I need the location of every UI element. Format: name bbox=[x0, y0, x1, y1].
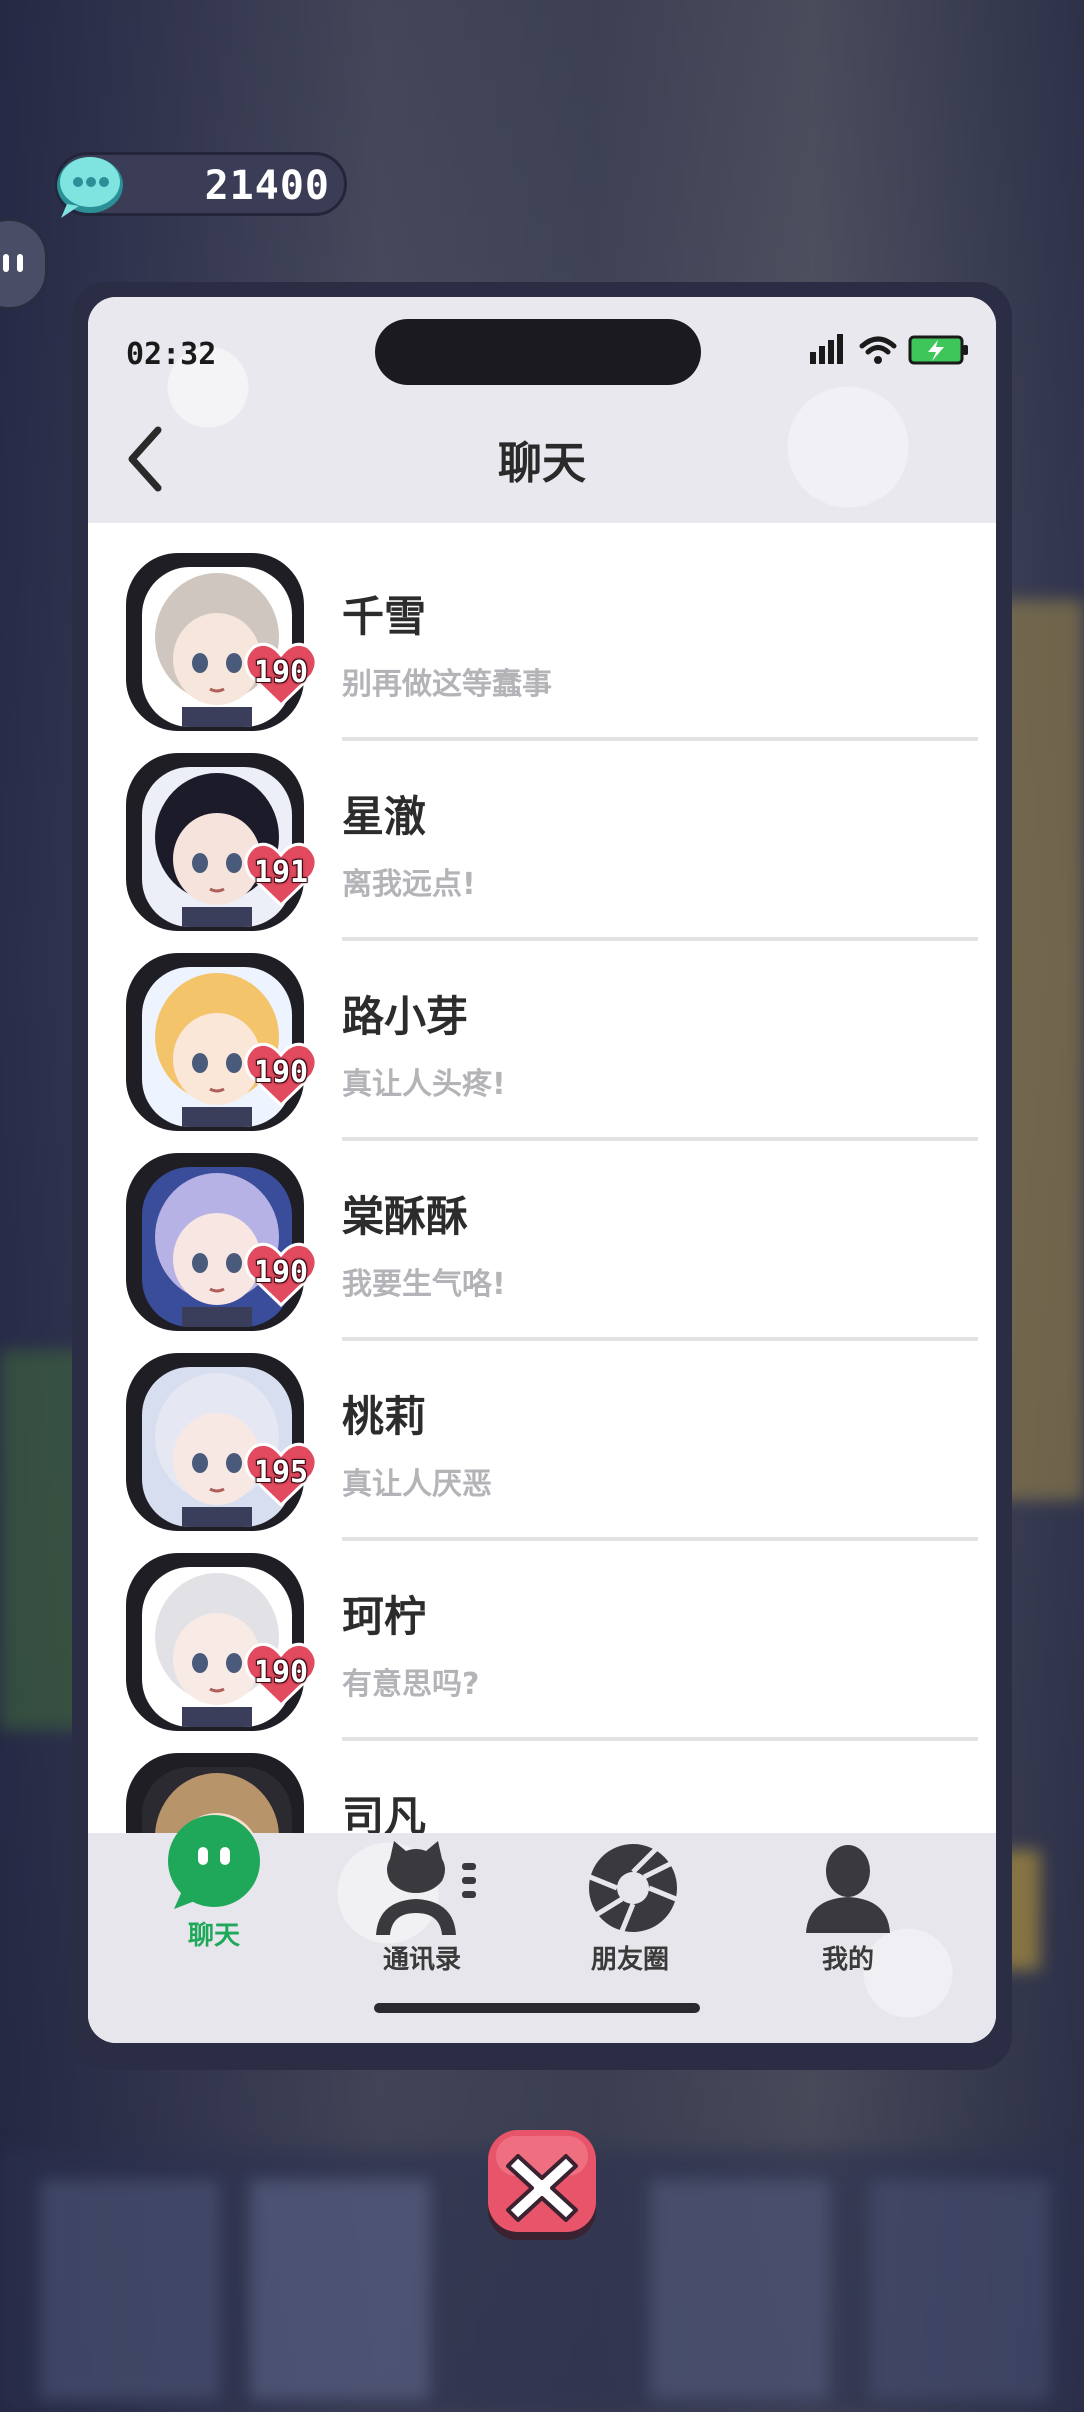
tab-bar: 聊天 通讯录 朋友圈 我的 bbox=[88, 1815, 996, 2043]
tab-me[interactable]: 我的 bbox=[748, 1833, 948, 1983]
contacts-cat-icon bbox=[376, 1841, 476, 1935]
chat-list-item[interactable]: 191 星澈离我远点! bbox=[88, 723, 996, 941]
background-card bbox=[650, 2180, 830, 2400]
close-icon bbox=[488, 2130, 596, 2240]
contact-name: 司凡 bbox=[342, 1792, 427, 1833]
last-message: 有意思吗? bbox=[342, 1667, 480, 1702]
chat-list-item[interactable]: 190 珂柠有意思吗? bbox=[88, 1523, 996, 1741]
affection-value: 190 bbox=[253, 1255, 309, 1290]
currency-counter: 21400 bbox=[55, 152, 347, 218]
camera-shutter-icon bbox=[589, 1844, 677, 1932]
chat-bubble-icon bbox=[168, 1815, 260, 1909]
background-card bbox=[870, 2180, 1050, 2400]
tab-contacts[interactable]: 通讯录 bbox=[322, 1833, 522, 1983]
side-menu-button[interactable] bbox=[0, 218, 48, 310]
chat-list[interactable]: 190 千雪别再做这等蠢事 191 星澈离我远点! 190 路小芽真让人头疼! 190 棠酥酥… bbox=[88, 523, 996, 1833]
affection-value: 190 bbox=[253, 1655, 309, 1690]
chat-bubble-coin-icon bbox=[50, 147, 130, 227]
phone-header: 02:32 聊天 bbox=[88, 297, 996, 523]
last-message: 我要生气咯! bbox=[342, 1267, 506, 1302]
menu-face-icon bbox=[3, 254, 23, 272]
contact-name: 桃莉 bbox=[342, 1392, 427, 1441]
tab-label-moments: 朋友圈 bbox=[590, 1945, 669, 1975]
status-icons bbox=[808, 333, 970, 367]
dynamic-island bbox=[375, 319, 701, 385]
currency-amount: 21400 bbox=[204, 163, 330, 209]
contact-name: 路小芽 bbox=[342, 992, 469, 1041]
last-message: 真让人厌恶 bbox=[342, 1467, 492, 1502]
page-title: 聊天 bbox=[498, 438, 586, 489]
last-message: 真让人头疼! bbox=[342, 1067, 506, 1102]
affection-value: 195 bbox=[253, 1455, 309, 1490]
chat-list-item[interactable]: 190 千雪别再做这等蠢事 bbox=[88, 523, 996, 741]
signal-icon bbox=[810, 334, 843, 364]
tab-label-me: 我的 bbox=[821, 1945, 874, 1975]
affection-value: 190 bbox=[253, 655, 309, 690]
tab-moments[interactable]: 朋友圈 bbox=[530, 1833, 730, 1983]
phone-screen: 02:32 聊天 190 千雪 别再做这等蠢事 191 星澈 离我远点! 190… bbox=[88, 297, 996, 2043]
battery-icon bbox=[908, 335, 968, 365]
tab-label-contacts: 通讯录 bbox=[382, 1945, 461, 1975]
chat-list-item[interactable]: 190 路小芽真让人头疼! bbox=[88, 923, 996, 1141]
tab-chat[interactable]: 聊天 bbox=[114, 1815, 314, 1983]
tab-label-chat: 聊天 bbox=[187, 1921, 240, 1951]
last-message: 别再做这等蠢事 bbox=[342, 667, 552, 702]
close-button[interactable] bbox=[484, 2126, 600, 2242]
home-indicator bbox=[374, 2003, 700, 2013]
contact-name: 星澈 bbox=[342, 792, 427, 841]
wifi-icon bbox=[859, 336, 897, 364]
background-card bbox=[40, 2180, 220, 2400]
contact-name: 棠酥酥 bbox=[342, 1192, 469, 1241]
status-time: 02:32 bbox=[126, 337, 217, 372]
affection-value: 190 bbox=[253, 1055, 309, 1090]
last-message: 离我远点! bbox=[342, 867, 476, 902]
affection-value: 191 bbox=[253, 855, 309, 890]
user-profile-icon bbox=[806, 1845, 890, 1933]
contact-name: 珂柠 bbox=[342, 1592, 427, 1641]
background-card bbox=[250, 2180, 430, 2400]
chat-list-item[interactable]: 190 棠酥酥我要生气咯! bbox=[88, 1123, 996, 1341]
chat-list-item[interactable]: 195 桃莉真让人厌恶 bbox=[88, 1323, 996, 1541]
contact-name: 千雪 bbox=[342, 592, 427, 641]
